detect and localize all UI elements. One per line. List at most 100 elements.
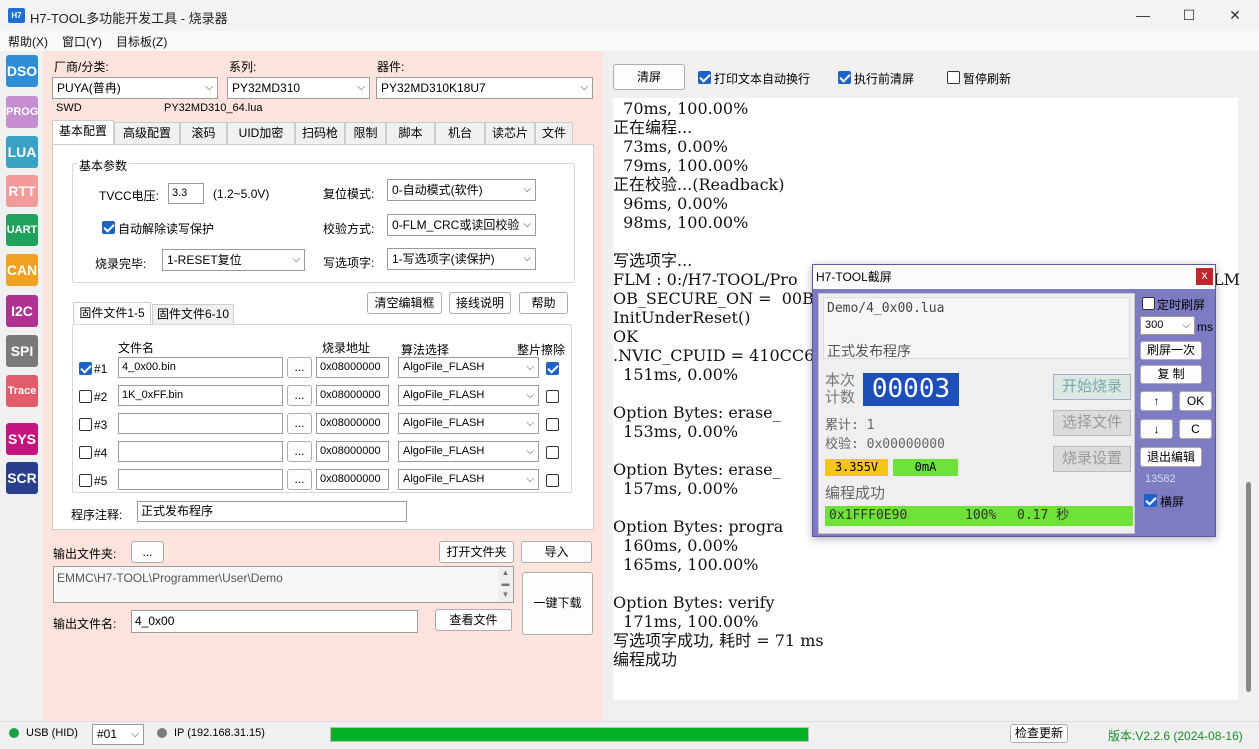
tab-basic[interactable]: 基本配置 [52, 120, 114, 145]
menu-window[interactable]: 窗口(Y) [62, 33, 102, 50]
one-click-download-button[interactable]: 一键下载 [522, 572, 593, 635]
help-button[interactable]: 帮助 [519, 292, 568, 314]
note-input[interactable]: 正式发布程序 [137, 501, 407, 522]
file-address-input[interactable]: 0x08000000 [316, 385, 389, 406]
tab-limit[interactable]: 限制 [345, 122, 386, 144]
part-select[interactable]: PY32MD310K18U7 ⌵ [376, 77, 593, 99]
interval-select[interactable]: 300 ⌵ [1140, 316, 1195, 335]
up-button[interactable]: ↑ [1140, 391, 1173, 411]
menu-target[interactable]: 目标板(Z) [116, 33, 167, 50]
c-button[interactable]: C [1179, 419, 1212, 439]
file-enable-checkbox[interactable] [79, 390, 92, 403]
file-enable-checkbox[interactable] [79, 362, 92, 375]
sidebar-rtt[interactable]: RTT [6, 175, 38, 207]
series-select[interactable]: PY32MD310 ⌵ [227, 77, 370, 99]
tab-firmware-1-5[interactable]: 固件文件1-5 [73, 302, 151, 324]
algo-select[interactable]: AlgoFile_FLASH ⌵ [398, 385, 539, 406]
file-address-input[interactable]: 0x08000000 [316, 413, 389, 434]
file-browse-button[interactable]: ... [287, 357, 312, 378]
file-name-input[interactable] [118, 413, 283, 434]
tab-machine[interactable]: 机台 [435, 122, 485, 144]
lcd-settings-button[interactable]: 烧录设置 [1053, 446, 1131, 472]
option-select[interactable]: 1-写选项字(读保护) ⌵ [387, 248, 536, 270]
timer-refresh-checkbox[interactable] [1142, 297, 1155, 310]
file-browse-button[interactable]: ... [287, 441, 312, 462]
console-scrollbar[interactable] [1240, 98, 1258, 700]
tab-advanced[interactable]: 高级配置 [114, 122, 180, 144]
import-button[interactable]: 导入 [521, 541, 592, 563]
close-button[interactable]: ✕ [1212, 0, 1258, 31]
pause-refresh-checkbox[interactable] [947, 71, 960, 84]
sidebar-dso[interactable]: DSO [6, 55, 38, 87]
tvcc-input[interactable]: 3.3 [168, 183, 204, 204]
sidebar-lua[interactable]: LUA [6, 136, 38, 168]
verify-select[interactable]: 0-FLM_CRC或读回校验 ⌵ [387, 214, 536, 236]
wiring-button[interactable]: 接线说明 [449, 292, 511, 314]
sidebar-prog[interactable]: PROG [6, 96, 38, 128]
file-enable-checkbox[interactable] [79, 446, 92, 459]
file-address-input[interactable]: 0x08000000 [316, 441, 389, 462]
tab-script[interactable]: 脚本 [386, 122, 435, 144]
output-path-field[interactable]: EMMC\H7-TOOL\Programmer\User\Demo [53, 566, 514, 603]
auto-wrap-checkbox[interactable] [698, 71, 711, 84]
tab-uid[interactable]: UID加密 [227, 122, 295, 144]
chip-erase-checkbox[interactable] [546, 418, 559, 431]
auto-unlock-checkbox[interactable] [102, 221, 115, 234]
chip-erase-checkbox[interactable] [546, 474, 559, 487]
landscape-checkbox[interactable] [1144, 494, 1157, 507]
lcd-select-file-button[interactable]: 选择文件 [1053, 410, 1131, 436]
file-address-input[interactable]: 0x08000000 [316, 357, 389, 378]
chip-erase-checkbox[interactable] [546, 362, 559, 375]
chip-erase-checkbox[interactable] [546, 446, 559, 459]
sidebar-uart[interactable]: UART [6, 214, 38, 246]
file-enable-checkbox[interactable] [79, 474, 92, 487]
sidebar-i2c[interactable]: I2C [6, 295, 38, 327]
vendor-select[interactable]: PUYA(普冉) ⌵ [52, 77, 218, 99]
file-browse-button[interactable]: ... [287, 469, 312, 490]
sidebar-sys[interactable]: SYS [6, 423, 38, 455]
algo-select[interactable]: AlgoFile_FLASH ⌵ [398, 441, 539, 462]
sidebar-can[interactable]: CAN [6, 254, 38, 286]
tab-rolling-code[interactable]: 滚码 [180, 122, 227, 144]
algo-select[interactable]: AlgoFile_FLASH ⌵ [398, 413, 539, 434]
output-name-input[interactable]: 4_0x00 [131, 610, 418, 633]
tab-scanner[interactable]: 扫码枪 [295, 122, 345, 144]
file-name-input[interactable]: 1K_0xFF.bin [118, 385, 283, 406]
clear-screen-button[interactable]: 清屏 [613, 64, 685, 90]
algo-select[interactable]: AlgoFile_FLASH ⌵ [398, 469, 539, 490]
file-address-input[interactable]: 0x08000000 [316, 469, 389, 490]
tab-firmware-6-10[interactable]: 固件文件6-10 [152, 304, 234, 324]
scrollbar-thumb[interactable] [1246, 482, 1251, 692]
tab-read-chip[interactable]: 读芯片 [485, 122, 535, 144]
file-enable-checkbox[interactable] [79, 418, 92, 431]
algo-select[interactable]: AlgoFile_FLASH ⌵ [398, 357, 539, 378]
lcd-start-button[interactable]: 开始烧录 [1053, 374, 1131, 400]
port-select[interactable]: #01 ⌵ [92, 724, 144, 745]
file-name-input[interactable] [118, 469, 283, 490]
menu-help[interactable]: 帮助(X) [8, 33, 48, 50]
copy-button[interactable]: 复 制 [1140, 365, 1202, 384]
file-name-input[interactable] [118, 441, 283, 462]
refresh-once-button[interactable]: 刷屏一次 [1140, 341, 1202, 360]
ok-button[interactable]: OK [1179, 391, 1212, 411]
check-update-button[interactable]: 检查更新 [1010, 724, 1068, 743]
reset-select[interactable]: 0-自动模式(软件) ⌵ [387, 179, 536, 201]
open-folder-button[interactable]: 打开文件夹 [439, 541, 514, 563]
tab-file[interactable]: 文件 [535, 122, 573, 144]
dialog-close-button[interactable]: x [1196, 268, 1213, 285]
down-button[interactable]: ↓ [1140, 419, 1173, 439]
chip-erase-checkbox[interactable] [546, 390, 559, 403]
maximize-button[interactable]: ☐ [1166, 0, 1212, 31]
path-scrollbar[interactable]: ▲ ▬ ▼ [498, 567, 513, 602]
file-browse-button[interactable]: ... [287, 385, 312, 406]
view-file-button[interactable]: 查看文件 [435, 609, 512, 631]
minimize-button[interactable]: — [1120, 0, 1166, 31]
output-folder-browse[interactable]: ... [131, 541, 164, 563]
done-select[interactable]: 1-RESET复位 ⌵ [162, 249, 305, 271]
sidebar-scr[interactable]: SCR [6, 462, 38, 494]
clear-edit-button[interactable]: 清空编辑框 [367, 292, 442, 314]
sidebar-trace[interactable]: Trace [6, 375, 38, 407]
clear-before-checkbox[interactable] [838, 71, 851, 84]
exit-edit-button[interactable]: 退出编辑 [1140, 447, 1202, 467]
file-name-input[interactable]: 4_0x00.bin [118, 357, 283, 378]
